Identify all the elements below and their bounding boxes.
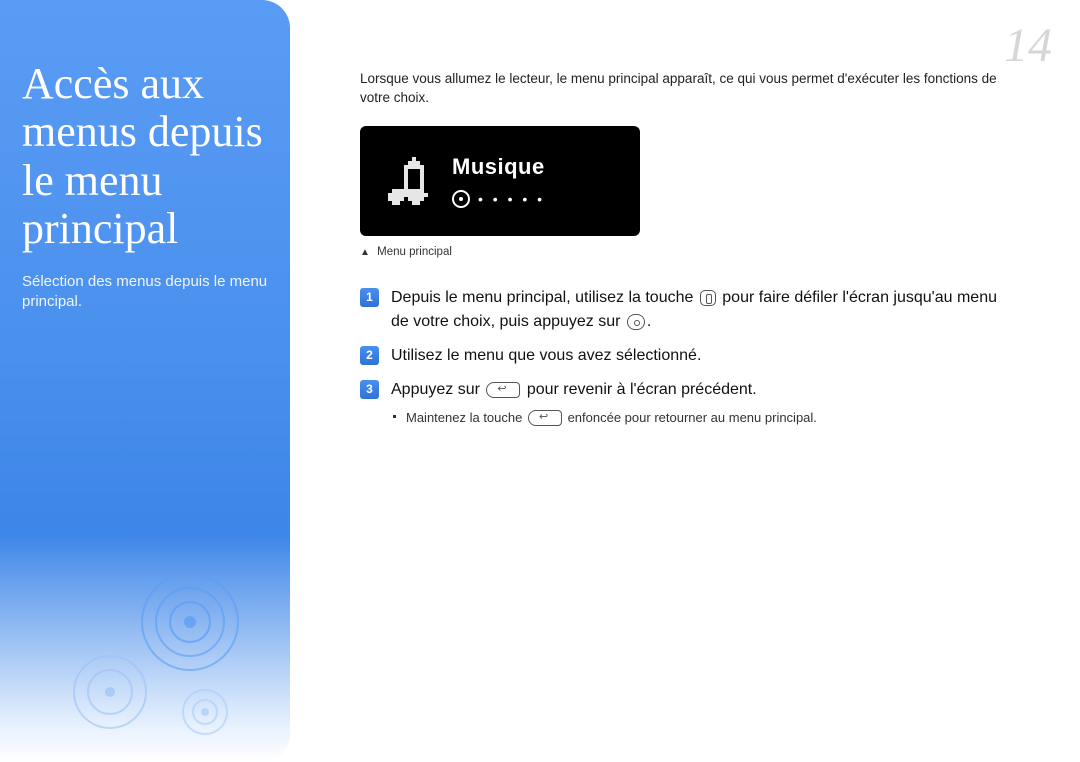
page-number: 14 (1004, 18, 1052, 73)
scroll-button-icon (700, 290, 716, 306)
intro-paragraph: Lorsque vous allumez le lecteur, le menu… (360, 70, 1000, 108)
caption-text: Menu principal (377, 246, 452, 258)
device-screen-mock: Musique • • • • • (360, 126, 640, 236)
step-number-badge: 2 (360, 346, 379, 365)
back-button-icon (486, 382, 520, 398)
screen-menu-title: Musique (452, 154, 545, 180)
page-subtitle: Sélection des menus depuis le menu princ… (22, 272, 272, 313)
instruction-steps: 1 Depuis le menu principal, utilisez la … (360, 286, 1000, 428)
step-2: 2 Utilisez le menu que vous avez sélecti… (360, 344, 1000, 368)
sidebar-panel: Accès aux menus depuis le menu principal… (0, 0, 290, 762)
step-3: 3 Appuyez sur pour revenir à l'écran pré… (360, 378, 1000, 428)
sub-bullet-text: Maintenez la touche enfoncée pour retour… (406, 408, 817, 428)
page-indicator-dots: • • • • • (478, 191, 545, 207)
step-text: Utilisez le menu que vous avez sélection… (391, 344, 1000, 368)
disc-icon (452, 190, 470, 208)
step-number-badge: 3 (360, 380, 379, 399)
screen-text-block: Musique • • • • • (452, 154, 545, 208)
bullet-dot-icon (393, 415, 396, 418)
step-sub-bullet: Maintenez la touche enfoncée pour retour… (391, 408, 1000, 428)
step-1: 1 Depuis le menu principal, utilisez la … (360, 286, 1000, 334)
decorative-circles-icon (40, 562, 260, 742)
caption-marker-icon: ▲ (360, 247, 370, 258)
back-button-icon (528, 410, 562, 426)
screen-indicator-row: • • • • • (452, 190, 545, 208)
center-button-icon (627, 314, 645, 330)
step-number-badge: 1 (360, 288, 379, 307)
step-text: Depuis le menu principal, utilisez la to… (391, 286, 1000, 334)
figure-caption: ▲ Menu principal (360, 246, 1040, 258)
content-area: Lorsque vous allumez le lecteur, le menu… (360, 70, 1040, 437)
page-title: Accès aux menus depuis le menu principal (22, 60, 272, 254)
step-text: Appuyez sur pour revenir à l'écran précé… (391, 378, 1000, 428)
music-note-icon (378, 153, 434, 209)
